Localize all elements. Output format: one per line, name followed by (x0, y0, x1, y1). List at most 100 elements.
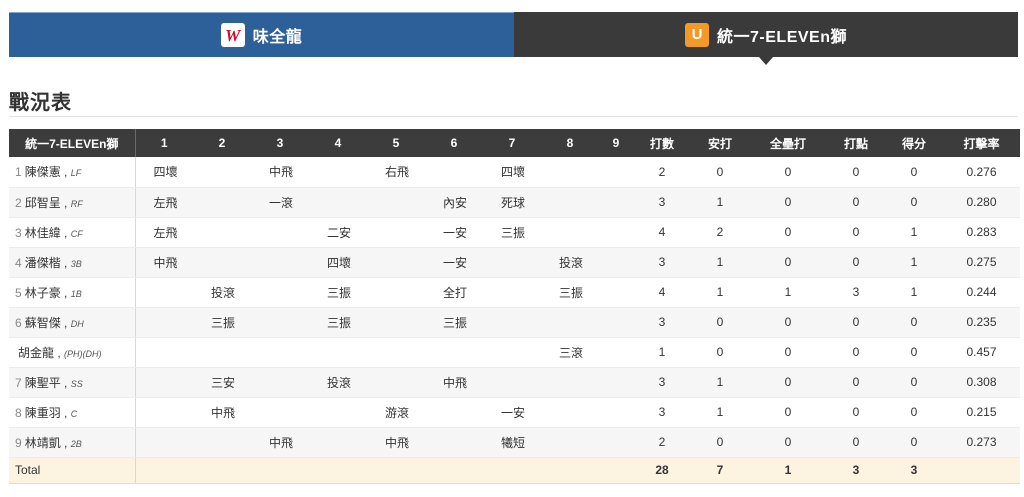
player-name[interactable]: 陳聖平 (25, 376, 61, 390)
stat-rbi-cell: 0 (827, 427, 885, 458)
stat-hits-cell: 2 (691, 217, 749, 248)
stat-rbi-cell: 0 (827, 247, 885, 278)
inning-result-cell: 三振 (309, 277, 367, 308)
inning-header: 5 (367, 129, 425, 157)
inning-result-cell: 中飛 (251, 157, 309, 188)
inning-result-cell (541, 187, 599, 218)
player-cell: 1 陳傑憲 , LF (9, 157, 136, 188)
player-name-separator: , (54, 345, 65, 360)
inning-result-cell (483, 367, 541, 398)
total-inning-cell (483, 457, 541, 484)
table-row: 7 陳聖平 , SS 三安 投滾 中飛 3 1 0 0 0 0.308 (9, 367, 1020, 398)
inning-result-cell (599, 337, 633, 368)
inning-result-cell (367, 217, 425, 248)
stat-at-bats-cell: 4 (633, 217, 691, 248)
stat-home-runs-cell: 0 (749, 157, 827, 188)
stat-rbi-cell: 0 (827, 337, 885, 368)
inning-result-cell (135, 337, 193, 368)
batting-order: 2 (15, 195, 22, 210)
stat-home-runs-cell: 0 (749, 247, 827, 278)
stat-header-hits: 安打 (691, 129, 749, 157)
inning-result-cell (599, 397, 633, 428)
inning-result-cell: 全打 (425, 277, 483, 308)
total-inning-cell (541, 457, 599, 484)
tab-home-team[interactable]: W 味全龍 (9, 12, 514, 57)
inning-result-cell (367, 277, 425, 308)
tab-away-team[interactable]: U 統一7-ELEVEn獅 (514, 12, 1018, 65)
inning-result-cell: 投滾 (541, 247, 599, 278)
inning-result-cell: 中飛 (193, 397, 251, 428)
inning-result-cell (309, 397, 367, 428)
inning-result-cell (367, 337, 425, 368)
table-row: 9 林靖凱 , 2B 中飛 中飛 犧短 2 0 0 0 0 0.273 (9, 427, 1020, 458)
player-cell: 9 林靖凱 , 2B (9, 427, 136, 458)
inning-result-cell (367, 367, 425, 398)
inning-header: 7 (483, 129, 541, 157)
inning-result-cell (135, 397, 193, 428)
player-position: SS (70, 378, 83, 389)
inning-result-cell (483, 247, 541, 278)
stat-home-runs-cell: 0 (749, 187, 827, 218)
stat-at-bats-cell: 3 (633, 397, 691, 428)
inning-result-cell (193, 157, 251, 188)
player-name[interactable]: 林佳緯 (25, 226, 61, 240)
stat-avg-cell: 0.457 (943, 337, 1020, 368)
player-name[interactable]: 邱智呈 (25, 196, 61, 210)
inning-result-cell: 三振 (541, 277, 599, 308)
inning-result-cell: 三振 (483, 217, 541, 248)
inning-header: 3 (251, 129, 309, 157)
player-name[interactable]: 陳重羽 (25, 406, 61, 420)
inning-result-cell (193, 337, 251, 368)
stat-avg-cell: 0.276 (943, 157, 1020, 188)
stat-header-home-runs: 全壘打 (749, 129, 827, 157)
player-name[interactable]: 潘傑楷 (25, 256, 61, 270)
inning-result-cell (251, 397, 309, 428)
player-cell: 7 陳聖平 , SS (9, 367, 136, 398)
inning-result-cell: 左飛 (135, 217, 193, 248)
player-name[interactable]: 胡金龍 (18, 346, 54, 360)
stat-hits-cell: 0 (691, 307, 749, 338)
wei-chuan-dragons-logo-icon: W (220, 23, 245, 47)
table-row: 8 陳重羽 , C 中飛 游滾 一安 3 1 0 0 0 0.215 (9, 397, 1020, 428)
total-label: Total (9, 457, 136, 484)
total-hits-cell: 7 (691, 457, 749, 484)
player-name-separator: , (60, 435, 71, 450)
stat-home-runs-cell: 0 (749, 427, 827, 458)
player-name[interactable]: 林子豪 (25, 286, 61, 300)
stat-hits-cell: 1 (691, 187, 749, 218)
stat-home-runs-cell: 1 (749, 277, 827, 308)
inning-result-cell: 投滾 (193, 277, 251, 308)
inning-result-cell (193, 187, 251, 218)
stat-runs-cell: 0 (885, 427, 943, 458)
stat-hits-cell: 1 (691, 277, 749, 308)
active-tab-caret-icon (759, 57, 773, 65)
stat-runs-cell: 0 (885, 367, 943, 398)
inning-result-cell (541, 367, 599, 398)
stat-hits-cell: 0 (691, 157, 749, 188)
total-at-bats-cell: 28 (633, 457, 691, 484)
inning-result-cell (251, 277, 309, 308)
inning-result-cell (251, 337, 309, 368)
stat-avg-cell: 0.283 (943, 217, 1020, 248)
stat-at-bats-cell: 2 (633, 157, 691, 188)
batting-order: 3 (15, 225, 22, 240)
player-name[interactable]: 蘇智傑 (25, 316, 61, 330)
total-avg-cell (943, 457, 1020, 484)
table-row: 1 陳傑憲 , LF 四壞 中飛 右飛 四壞 2 0 0 0 0 0.276 (9, 157, 1020, 188)
stat-avg-cell: 0.215 (943, 397, 1020, 428)
inning-result-cell (599, 217, 633, 248)
player-name[interactable]: 林靖凱 (25, 436, 61, 450)
total-runs-cell: 3 (885, 457, 943, 484)
stat-avg-cell: 0.273 (943, 427, 1020, 458)
stat-header-rbi: 打點 (827, 129, 885, 157)
batting-order: 5 (15, 285, 22, 300)
total-inning-cell (599, 457, 633, 484)
player-cell: 胡金龍 , (PH)(DH) (9, 337, 136, 368)
player-name[interactable]: 陳傑憲 (25, 165, 61, 179)
inning-result-cell: 一安 (483, 397, 541, 428)
inning-result-cell (541, 157, 599, 188)
inning-result-cell (135, 307, 193, 338)
stat-rbi-cell: 0 (827, 397, 885, 428)
inning-result-cell (251, 217, 309, 248)
inning-result-cell (425, 397, 483, 428)
